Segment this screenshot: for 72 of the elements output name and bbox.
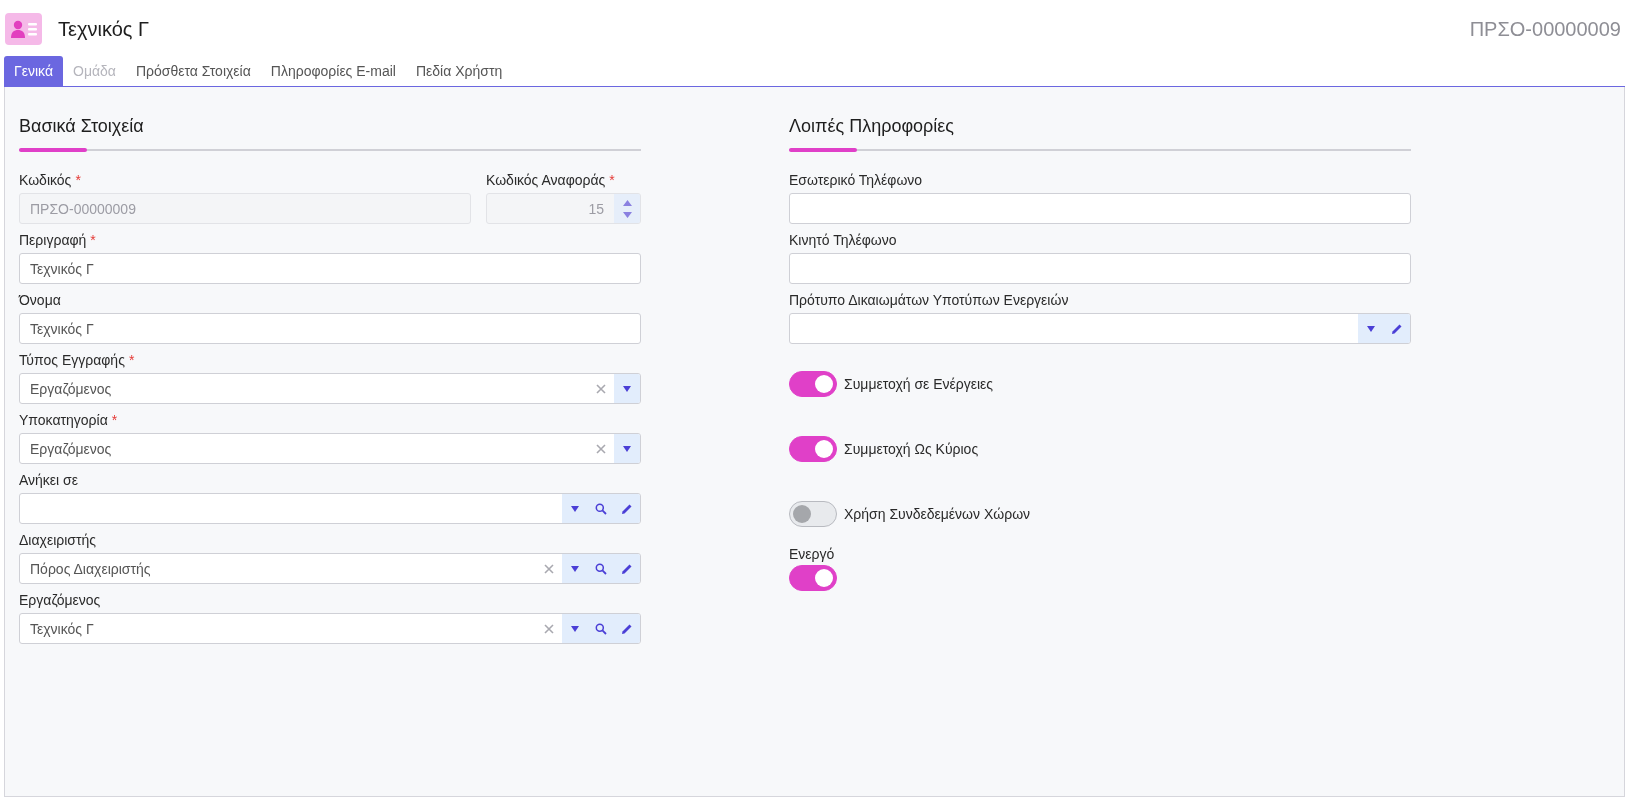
field-label: Ανήκει σε [19,472,78,488]
page-title: Τεχνικός Γ [58,17,149,41]
tab[interactable]: Πεδία Χρήστη [405,56,513,86]
required-asterisk: * [128,352,135,368]
caret-icon [571,625,579,632]
select-field[interactable]: Πόρος Διαχειριστής [19,553,641,584]
required-asterisk: * [90,232,96,248]
field-label: Υποκατηγορία [19,412,108,428]
text-field[interactable]: Τεχνικός Γ [19,253,641,284]
section-heading: Λοιπές Πληροφορίες [789,116,956,137]
edit-button[interactable] [614,494,640,523]
dropdown-button[interactable] [562,614,588,643]
switch-label: Συμμετοχή Ως Κύριος [844,441,979,457]
select-field[interactable]: Εργαζόμενος [19,373,641,404]
required-asterisk: * [75,172,81,188]
switch-label: Ενεργό [789,546,835,562]
edit-button[interactable] [1384,314,1410,343]
switch-label: Συμμετοχή σε Ενέργειες [844,376,994,392]
search-icon [595,562,607,575]
tab[interactable]: Γενικά [4,56,63,86]
field-label: Κωδικός [19,172,72,188]
field-label: Πρότυπο Δικαιωμάτων Υποτύπων Ενεργειών [789,292,1069,308]
toggle-switch[interactable] [789,436,837,462]
caret-icon [1367,325,1375,332]
field-label: Διαχειριστής [19,532,97,548]
required-asterisk: * [111,412,118,428]
record-code: ΠΡΣΟ-00000009 [1469,17,1621,41]
field-label: Κωδικός Αναφοράς [486,172,606,188]
close-icon [544,563,554,574]
field-label: Εργαζόμενος [19,592,101,608]
field-label: Τύπος Εγγραφής [19,352,125,368]
search-icon [595,502,607,515]
pencil-icon [1391,322,1403,335]
switch-label: Χρήση Συνδεδεμένων Χώρων [844,506,1031,522]
toggle-switch[interactable] [789,501,837,527]
close-icon [596,383,606,394]
close-icon [544,623,554,634]
dropdown-button[interactable] [614,374,640,403]
caret-icon [571,565,579,572]
required-asterisk: * [609,172,615,188]
edit-button[interactable] [614,554,640,583]
select-field[interactable] [789,313,1411,344]
contact-card-icon [5,13,42,45]
up-down-arrows-icon [622,198,632,219]
text-field[interactable] [789,253,1411,284]
pencil-icon [621,562,633,575]
pencil-icon [621,622,633,635]
pencil-icon [621,502,633,515]
select-field[interactable]: Εργαζόμενος [19,433,641,464]
text-field[interactable]: Τεχνικός Γ [19,313,641,344]
select-field[interactable] [19,493,641,524]
field-label: Εσωτερικό Τηλέφωνο [789,172,923,188]
section-heading: Βασικά Στοιχεία [19,116,145,137]
tab[interactable]: Πρόσθετα Στοιχεία [125,56,261,86]
select-field[interactable]: Τεχνικός Γ [19,613,641,644]
toggle-switch[interactable] [789,371,837,397]
field-label: Περιγραφή [19,232,87,248]
dropdown-button[interactable] [614,434,640,463]
caret-icon [571,505,579,512]
tab[interactable]: Πληροφορίες E-mail [260,56,406,86]
dropdown-button[interactable] [562,554,588,583]
field-label: Κινητό Τηλέφωνο [789,232,897,248]
field-label: Όνομα [19,292,61,308]
dropdown-button[interactable] [562,494,588,523]
text-field[interactable] [789,193,1411,224]
toggle-switch[interactable] [789,565,837,591]
close-icon [596,443,606,454]
caret-icon [623,445,631,452]
caret-icon [623,385,631,392]
dropdown-button[interactable] [1358,314,1384,343]
search-icon [595,622,607,635]
edit-button[interactable] [614,614,640,643]
